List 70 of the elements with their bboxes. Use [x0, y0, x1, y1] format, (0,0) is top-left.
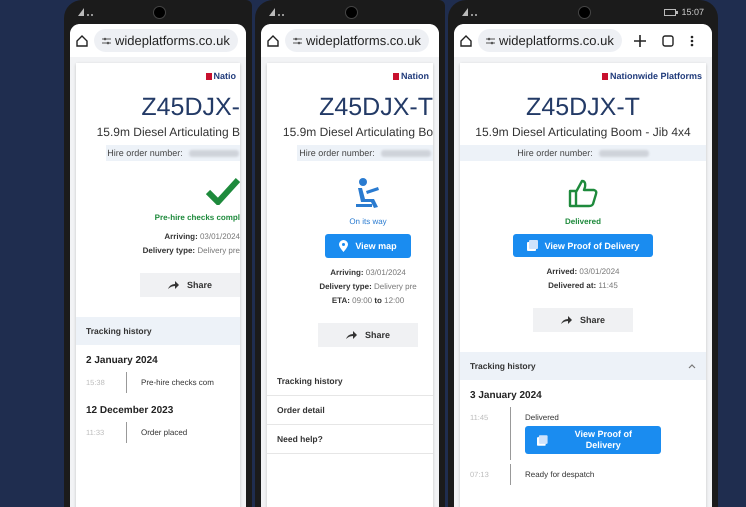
home-icon[interactable] [460, 34, 472, 46]
vehicle-id: Z45DJX-T [319, 93, 433, 122]
home-icon[interactable] [76, 34, 88, 46]
home-icon[interactable] [267, 34, 279, 46]
detail-line: Delivery type: Delivery pre [319, 282, 417, 291]
tabs-icon[interactable] [662, 34, 674, 46]
brand-logo: Natio [206, 71, 236, 81]
order-number-label: Hire order number: [299, 148, 375, 158]
pin-icon [339, 240, 348, 252]
share-icon [346, 331, 357, 339]
event-text: Delivered [525, 413, 560, 422]
signal-icon [462, 8, 478, 16]
url-field[interactable]: wideplatforms.co.uk [285, 29, 429, 52]
section-header[interactable]: Need help? [267, 425, 433, 454]
event-text: Pre-hire checks com [141, 378, 214, 387]
brand-logo: Nation [393, 71, 429, 81]
redacted-value [598, 150, 649, 156]
vehicle-model: 15.9m Diesel Articulating Bo [282, 125, 433, 139]
thumbs-up-icon [567, 177, 599, 209]
share-icon [560, 316, 572, 324]
tune-icon [293, 36, 302, 44]
battery-icon [664, 8, 678, 16]
detail-line: Delivered at: 11:45 [548, 281, 618, 290]
date-heading: 2 January 2024 [85, 354, 159, 368]
camera-dot [578, 6, 591, 19]
url-field[interactable]: wideplatforms.co.uk [478, 29, 622, 52]
section-header[interactable]: Tracking history [267, 367, 433, 396]
detail-line: ETA: 09:00 to 12:00 [332, 296, 404, 305]
event-text: Order placed [141, 428, 188, 437]
signal-icon [78, 8, 94, 16]
event-text: Ready for despatch [525, 470, 594, 479]
redacted-value [188, 150, 239, 156]
detail-line: Arriving: 03/01/2024 [330, 268, 406, 277]
vehicle-model: 15.9m Diesel Articulating Boom - Jib 4x4 [475, 125, 691, 139]
share-button[interactable]: Share [532, 308, 633, 332]
status-text: Pre-hire checks compl [154, 213, 240, 222]
tune-icon [486, 36, 495, 44]
detail-line: Arrived: 03/01/2024 [546, 267, 620, 276]
share-button[interactable]: Share [318, 323, 418, 347]
check-icon [206, 177, 240, 205]
vehicle-model: 15.9m Diesel Articulating B [96, 125, 240, 139]
date-heading: 12 December 2023 [85, 404, 174, 418]
brand-logo: Nationwide Platforms [602, 71, 702, 81]
driver-icon [354, 177, 382, 209]
share-button[interactable]: Share [140, 273, 240, 297]
clock-text: 15:07 [681, 7, 704, 17]
vehicle-id: Z45DJX- [141, 93, 240, 122]
signal-icon [269, 8, 285, 16]
chevron-up-icon [688, 364, 696, 368]
date-heading: 3 January 2024 [469, 389, 543, 403]
camera-dot [153, 6, 166, 19]
vehicle-id: Z45DJX-T [526, 93, 640, 122]
more-icon[interactable] [690, 34, 694, 46]
tune-icon [102, 36, 111, 44]
order-number-label: Hire order number: [517, 148, 593, 158]
url-field[interactable]: wideplatforms.co.uk [94, 29, 238, 52]
section-header[interactable]: Tracking history [76, 317, 240, 345]
share-icon [168, 281, 179, 289]
camera-dot [345, 6, 358, 19]
detail-line: Delivery type: Delivery pre [142, 246, 240, 255]
image-icon [526, 240, 538, 251]
plus-icon[interactable] [634, 34, 646, 46]
image-icon [537, 434, 548, 446]
detail-line: Arriving: 03/01/2024 [164, 232, 240, 241]
section-header[interactable]: Order detail [267, 396, 433, 425]
order-number-label: Hire order number: [107, 148, 183, 158]
redacted-value [380, 150, 431, 156]
section-header[interactable]: Tracking history [460, 352, 706, 380]
status-text: On its way [349, 217, 387, 226]
status-text: Delivered [564, 217, 602, 226]
